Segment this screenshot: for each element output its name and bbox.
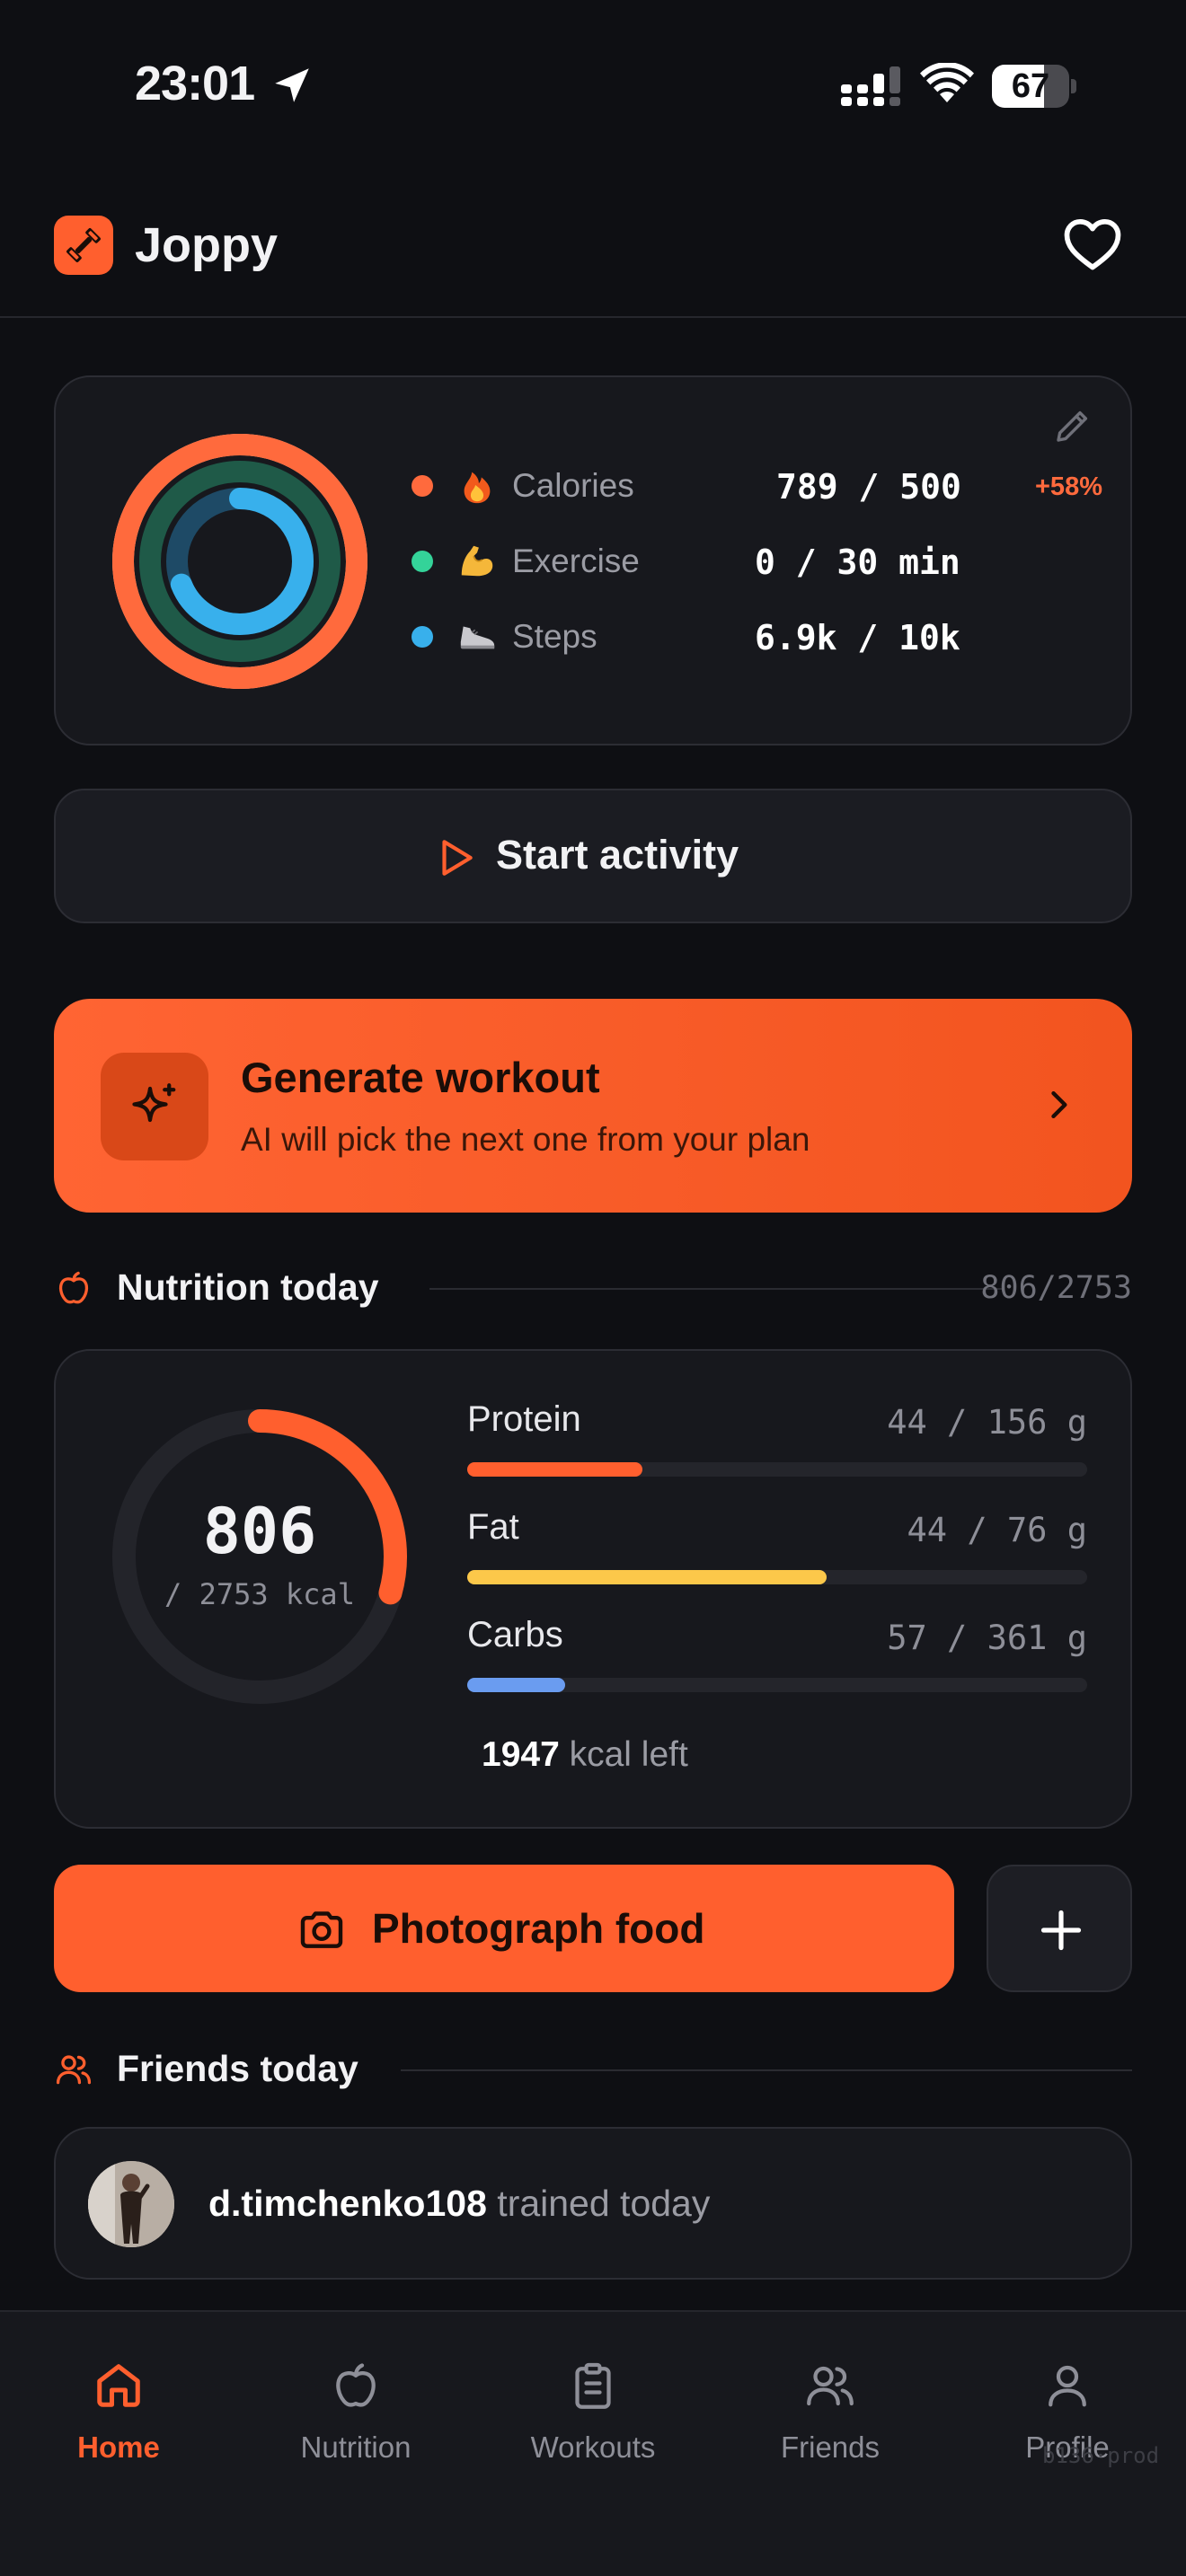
- app-header: Joppy: [0, 207, 1186, 318]
- macro-track: [467, 1462, 1087, 1477]
- kcal-left: 1947 kcal left: [482, 1735, 688, 1775]
- start-activity-button[interactable]: Start activity: [54, 789, 1132, 923]
- friends-section-header: Friends today: [54, 2042, 1132, 2096]
- fire-icon: [464, 472, 491, 504]
- steps-value: 6.9k / 10k: [755, 618, 960, 657]
- nav-label: Workouts: [530, 2430, 656, 2464]
- app-logo-icon: [54, 216, 113, 275]
- exercise-value: 0 / 30 min: [755, 543, 960, 582]
- macro-bar-fill: [467, 1462, 642, 1477]
- kcal-left-label: kcal left: [569, 1735, 688, 1774]
- macro-name: Fat: [467, 1507, 519, 1547]
- macro-amount: 44 / 156 g: [887, 1403, 1087, 1442]
- friend-activity-item[interactable]: d.timchenko108 trained today: [54, 2127, 1132, 2280]
- users-icon: [56, 2055, 92, 2085]
- photograph-food-button[interactable]: Photograph food: [54, 1865, 954, 1992]
- camera-icon: [300, 1911, 343, 1948]
- location-arrow-icon: [275, 68, 309, 102]
- start-activity-label: Start activity: [496, 832, 739, 878]
- calories-label: Calories: [512, 467, 634, 504]
- chevron-right-icon: [1051, 1090, 1067, 1119]
- steps-stat: Steps 6.9k / 10k: [412, 614, 1112, 659]
- macro-bar-fill: [467, 1678, 566, 1692]
- nutrition-section-count: 806/2753: [980, 1270, 1132, 1306]
- flexed-biceps-icon: [461, 545, 493, 577]
- macro-protein: Protein 44 / 156 g: [467, 1399, 1087, 1498]
- apple-icon: [336, 2363, 376, 2407]
- battery-percent: 67: [1011, 67, 1050, 105]
- favorites-button[interactable]: [1060, 212, 1125, 277]
- nav-workouts[interactable]: Workouts: [474, 2344, 712, 2470]
- users-icon: [807, 2366, 854, 2406]
- friend-activity: trained today: [497, 2183, 711, 2224]
- bottom-nav: Home Nutrition Workouts Friends Profile: [0, 2310, 1186, 2576]
- macro-amount: 57 / 361 g: [887, 1619, 1087, 1657]
- clipboard-icon: [575, 2362, 611, 2409]
- calories-consumed: 806: [202, 1495, 317, 1568]
- macro-track: [467, 1678, 1087, 1692]
- play-icon: [442, 840, 473, 876]
- sparkles-icon: [132, 1083, 176, 1123]
- macro-bar-fill: [467, 1570, 827, 1584]
- avatar: [88, 2161, 174, 2247]
- kcal-left-value: 1947: [482, 1735, 560, 1774]
- photograph-food-label: Photograph food: [372, 1905, 705, 1952]
- battery-indicator: 67: [992, 65, 1076, 108]
- steps-label: Steps: [512, 618, 597, 655]
- nav-nutrition[interactable]: Nutrition: [237, 2344, 474, 2470]
- build-tag: b136·prod: [1042, 2443, 1160, 2468]
- home-icon: [97, 2364, 140, 2407]
- wifi-icon: [920, 63, 974, 102]
- pencil-icon[interactable]: [1051, 404, 1094, 447]
- apple-icon: [58, 1271, 89, 1304]
- nav-friends[interactable]: Friends: [712, 2344, 949, 2470]
- heart-icon: [1064, 218, 1121, 270]
- macro-carbs: Carbs 57 / 361 g: [467, 1615, 1087, 1714]
- generate-icon-box: [101, 1053, 208, 1160]
- calories-target: / 2753 kcal: [164, 1577, 355, 1611]
- status-bar: 23:01 67: [0, 0, 1186, 171]
- nutrition-section-header: Nutrition today 806/2753: [54, 1261, 1132, 1315]
- calories-value: 789 / 500: [776, 467, 961, 507]
- macro-fat: Fat 44 / 76 g: [467, 1507, 1087, 1606]
- section-divider: [429, 1288, 1005, 1290]
- status-time: 23:01: [135, 57, 255, 110]
- nav-label: Home: [77, 2430, 160, 2464]
- app-title: Joppy: [135, 218, 279, 272]
- nav-label: Friends: [780, 2430, 881, 2464]
- activity-card[interactable]: Calories 789 / 500 +58% Exercise 0 / 30 …: [54, 375, 1132, 745]
- macro-name: Carbs: [467, 1615, 563, 1654]
- section-divider: [401, 2069, 1132, 2071]
- macro-name: Protein: [467, 1399, 581, 1439]
- friend-name[interactable]: d.timchenko108: [208, 2183, 487, 2224]
- nav-home[interactable]: Home: [0, 2344, 237, 2470]
- nav-label: Nutrition: [300, 2430, 412, 2464]
- exercise-dot: [412, 551, 433, 572]
- add-food-button[interactable]: [987, 1865, 1132, 1992]
- generate-workout-title: Generate workout: [241, 1054, 600, 1101]
- generate-workout-card[interactable]: Generate workout AI will pick the next o…: [54, 999, 1132, 1213]
- signal-icon: [841, 66, 900, 106]
- calories-stat: Calories 789 / 500 +58%: [412, 463, 1112, 508]
- plus-icon: [1040, 1910, 1082, 1951]
- friend-activity-text: d.timchenko108 trained today: [208, 2183, 710, 2225]
- friends-section-title: Friends today: [117, 2048, 358, 2089]
- sneaker-icon: [460, 626, 495, 649]
- calories-badge: +58%: [1035, 472, 1102, 501]
- exercise-stat: Exercise 0 / 30 min: [412, 539, 1112, 584]
- activity-rings: [112, 434, 367, 689]
- calories-dot: [412, 475, 433, 497]
- macro-amount: 44 / 76 g: [907, 1511, 1087, 1549]
- exercise-label: Exercise: [512, 543, 640, 579]
- macro-track: [467, 1570, 1087, 1584]
- nutrition-section-title: Nutrition today: [117, 1266, 379, 1308]
- steps-dot: [412, 626, 433, 648]
- nutrition-card[interactable]: 806 / 2753 kcal Protein 44 / 156 g Fat 4…: [54, 1349, 1132, 1829]
- user-icon: [1049, 2365, 1086, 2407]
- generate-workout-subtitle: AI will pick the next one from your plan: [241, 1121, 810, 1158]
